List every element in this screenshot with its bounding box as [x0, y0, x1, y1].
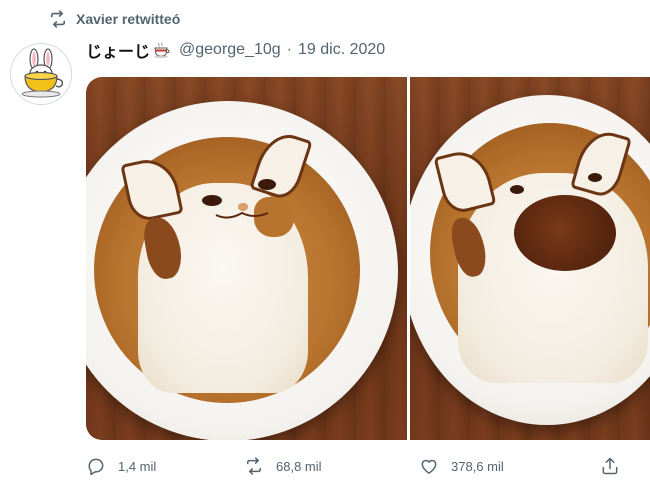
retweet-button[interactable]: 68,8 mil — [244, 453, 322, 479]
tweet-header: じょーじ @george_10g · 19 dic. 2020 — [86, 38, 385, 62]
tweet-date[interactable]: 19 dic. 2020 — [298, 41, 385, 59]
retweeter-link[interactable]: Xavier retwitteó — [76, 11, 180, 27]
bunny-in-teacup-icon — [11, 44, 71, 104]
heart-icon — [419, 456, 439, 476]
author-display-name[interactable]: じょーじ — [86, 38, 150, 62]
media-photo-latte-cat-closed[interactable] — [86, 77, 407, 440]
reply-count: 1,4 mil — [118, 458, 157, 474]
reply-button[interactable]: 1,4 mil — [86, 453, 156, 479]
media-photo-latte-cat-open[interactable] — [410, 77, 650, 440]
tweet-actions: 1,4 mil 68,8 mil 378,6 mil — [86, 453, 634, 479]
reply-icon — [86, 456, 106, 476]
like-button[interactable]: 378,6 mil — [419, 453, 504, 479]
retweet-icon — [48, 9, 68, 29]
header-separator: · — [286, 41, 292, 58]
retweet-count: 68,8 mil — [276, 458, 322, 474]
tweet-media[interactable] — [86, 77, 650, 440]
share-icon — [600, 456, 620, 476]
like-count: 378,6 mil — [451, 458, 504, 474]
share-button[interactable] — [600, 453, 620, 479]
tweet[interactable]: Xavier retwitteó じょーじ @george_10g · 19 d… — [0, 0, 650, 487]
avatar[interactable] — [10, 43, 72, 105]
author-handle[interactable]: @george_10g — [179, 41, 281, 59]
retweet-context: Xavier retwitteó — [48, 9, 180, 29]
retweet-icon — [244, 456, 264, 476]
coffee-cup-icon — [153, 41, 171, 59]
